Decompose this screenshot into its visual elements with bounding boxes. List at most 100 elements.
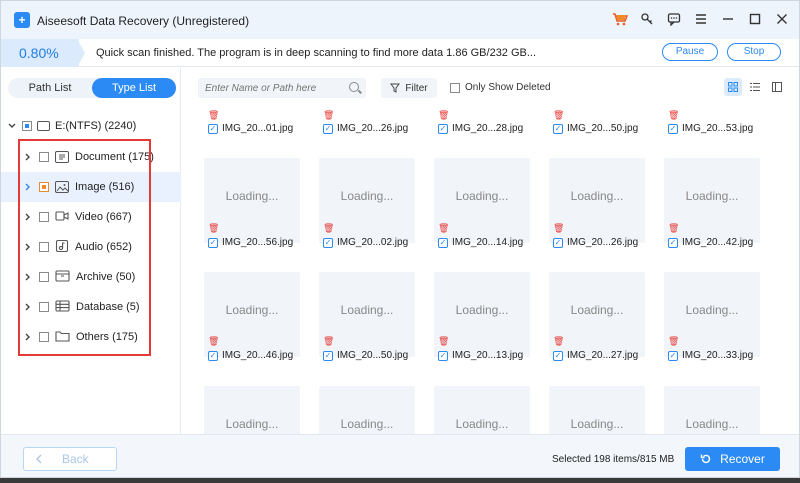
folder-icon: [55, 330, 70, 345]
file-item[interactable]: ✓ IMG_20...33.jpg: [668, 350, 753, 361]
progress-chevron-icon: [71, 39, 85, 67]
file-checkbox[interactable]: ✓: [668, 350, 678, 361]
only-deleted-checkbox[interactable]: [450, 82, 460, 93]
file-name: IMG_20...14.jpg: [452, 237, 524, 248]
scan-status-message: Quick scan finished. The program is in d…: [96, 47, 537, 59]
database-icon: [55, 299, 70, 315]
file-item[interactable]: ✓ IMG_20...53.jpg: [668, 123, 753, 134]
file-thumbnail[interactable]: Loading...: [434, 386, 530, 434]
file-checkbox[interactable]: ✓: [208, 350, 218, 361]
file-item[interactable]: ✓ IMG_20...56.jpg: [208, 237, 293, 248]
maximize-icon[interactable]: [746, 10, 764, 28]
minimize-icon[interactable]: [719, 10, 737, 28]
tab-path-list[interactable]: Path List: [8, 78, 92, 98]
document-checkbox[interactable]: [39, 152, 49, 162]
file-name: IMG_20...50.jpg: [567, 123, 639, 134]
tree-item-document[interactable]: Document (175): [1, 142, 181, 172]
search-icon[interactable]: [349, 82, 359, 92]
back-button[interactable]: Back: [23, 447, 117, 471]
file-checkbox[interactable]: ✓: [553, 237, 563, 248]
file-grid: 🗑 ✓ IMG_20...01.jpg 🗑 ✓ IMG_20...26.jpg 🗑 …: [182, 106, 794, 434]
chevron-right-icon[interactable]: [23, 152, 33, 162]
tree-item-audio[interactable]: Audio (652): [1, 232, 181, 262]
file-item[interactable]: ✓ IMG_20...50.jpg: [553, 123, 638, 134]
tree-item-image[interactable]: Image (516): [1, 172, 181, 202]
file-checkbox[interactable]: ✓: [208, 123, 218, 134]
search-input[interactable]: [205, 81, 345, 95]
chevron-right-icon[interactable]: [23, 332, 33, 342]
chevron-right-icon[interactable]: [23, 272, 33, 282]
image-checkbox[interactable]: [39, 182, 49, 192]
tree-item-video[interactable]: Video (667): [1, 202, 181, 232]
database-checkbox[interactable]: [39, 302, 49, 312]
list-view-icon[interactable]: [746, 78, 764, 96]
others-checkbox[interactable]: [39, 332, 49, 342]
file-checkbox[interactable]: ✓: [323, 123, 333, 134]
file-item[interactable]: ✓ IMG_20...46.jpg: [208, 350, 293, 361]
file-item[interactable]: ✓ IMG_20...42.jpg: [668, 237, 753, 248]
tree-root-drive[interactable]: E:(NTFS) (2240): [7, 120, 136, 132]
file-item[interactable]: ✓ IMG_20...28.jpg: [438, 123, 523, 134]
tree-item-database[interactable]: Database (5): [1, 292, 181, 322]
file-item[interactable]: ✓ IMG_20...02.jpg: [323, 237, 408, 248]
file-name: IMG_20...46.jpg: [222, 350, 294, 361]
file-checkbox[interactable]: ✓: [668, 237, 678, 248]
selected-summary: Selected 198 items/815 MB: [552, 454, 675, 465]
chat-icon[interactable]: [665, 10, 683, 28]
file-thumbnail[interactable]: Loading...: [319, 386, 415, 434]
file-checkbox[interactable]: ✓: [553, 123, 563, 134]
stop-button[interactable]: Stop: [727, 43, 781, 61]
app-title: Aiseesoft Data Recovery (Unregistered): [37, 14, 250, 28]
file-checkbox[interactable]: ✓: [668, 123, 678, 134]
chevron-right-icon[interactable]: [23, 302, 33, 312]
file-item[interactable]: ✓ IMG_20...27.jpg: [553, 350, 638, 361]
scan-progress-bar: 0.80% Quick scan finished. The program i…: [1, 39, 799, 67]
file-checkbox[interactable]: ✓: [323, 237, 333, 248]
loading-text: Loading...: [340, 303, 394, 317]
detail-view-icon[interactable]: [768, 78, 786, 96]
filter-button[interactable]: Filter: [381, 78, 437, 98]
close-icon[interactable]: [773, 10, 791, 28]
tab-type-list[interactable]: Type List: [92, 78, 176, 98]
pause-button[interactable]: Pause: [662, 43, 718, 61]
file-item[interactable]: ✓ IMG_20...26.jpg: [553, 237, 638, 248]
tree-item-archive[interactable]: Archive (50): [1, 262, 181, 292]
audio-checkbox[interactable]: [39, 242, 49, 252]
file-item[interactable]: ✓ IMG_20...26.jpg: [323, 123, 408, 134]
tree-item-label: Document (175): [75, 151, 154, 163]
chevron-right-icon[interactable]: [23, 182, 33, 192]
file-checkbox[interactable]: ✓: [208, 237, 218, 248]
video-checkbox[interactable]: [39, 212, 49, 222]
key-icon[interactable]: [638, 10, 656, 28]
file-checkbox[interactable]: ✓: [438, 350, 448, 361]
file-checkbox[interactable]: ✓: [323, 350, 333, 361]
recover-button[interactable]: Recover: [685, 447, 780, 471]
menu-icon[interactable]: [692, 10, 710, 28]
file-item[interactable]: ✓ IMG_20...13.jpg: [438, 350, 523, 361]
file-name: IMG_20...27.jpg: [567, 350, 639, 361]
loading-text: Loading...: [340, 189, 394, 203]
file-thumbnail[interactable]: Loading...: [549, 386, 645, 434]
loading-text: Loading...: [225, 189, 279, 203]
archive-checkbox[interactable]: [39, 272, 49, 282]
file-item[interactable]: ✓ IMG_20...01.jpg: [208, 123, 293, 134]
chevron-right-icon[interactable]: [23, 212, 33, 222]
chevron-down-icon[interactable]: [7, 121, 17, 131]
file-checkbox[interactable]: ✓: [553, 350, 563, 361]
chevron-right-icon[interactable]: [23, 242, 33, 252]
file-thumbnail[interactable]: Loading...: [664, 386, 760, 434]
file-checkbox[interactable]: ✓: [438, 237, 448, 248]
file-item[interactable]: ✓ IMG_20...50.jpg: [323, 350, 408, 361]
audio-icon: [55, 239, 69, 256]
filter-label: Filter: [405, 82, 428, 94]
file-item[interactable]: ✓ IMG_20...14.jpg: [438, 237, 523, 248]
trash-icon: 🗑: [553, 110, 565, 120]
only-show-deleted[interactable]: Only Show Deleted: [450, 82, 551, 93]
bottom-bar: Back Selected 198 items/815 MB Recover: [1, 434, 799, 477]
root-checkbox[interactable]: [22, 121, 32, 131]
tree-item-others[interactable]: Others (175): [1, 322, 181, 352]
cart-icon[interactable]: [611, 10, 629, 28]
file-checkbox[interactable]: ✓: [438, 123, 448, 134]
file-thumbnail[interactable]: Loading...: [204, 386, 300, 434]
grid-view-icon[interactable]: [724, 78, 742, 96]
